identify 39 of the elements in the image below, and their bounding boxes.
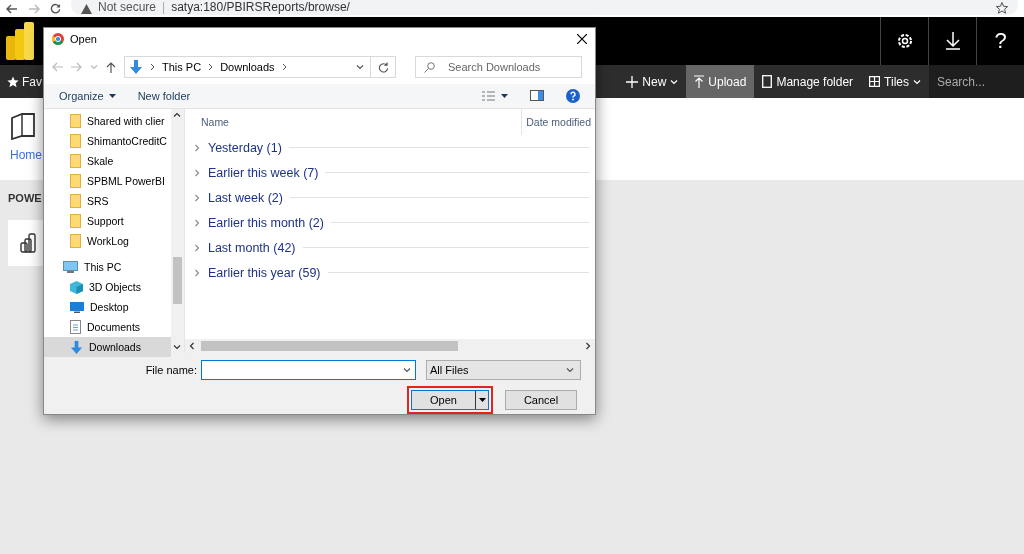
nav-item[interactable]: Downloads — [44, 337, 171, 357]
nav-item[interactable]: Documents — [44, 317, 171, 337]
search-downloads-field[interactable]: Search Downloads — [415, 56, 582, 78]
favorites-link[interactable]: Fav — [0, 65, 42, 98]
nav-item[interactable]: Skale — [44, 151, 171, 171]
group-header[interactable]: Earlier this week (7) — [207, 165, 319, 180]
group-header[interactable]: Earlier this year (59) — [207, 265, 321, 280]
group-header[interactable]: Last month (42) — [207, 240, 296, 255]
home-link[interactable]: Home — [10, 148, 42, 162]
address-bar[interactable]: Not secure | satya:180/PBIRSReports/browse/ — [71, 0, 1018, 15]
group-header[interactable]: Earlier this month (2) — [207, 215, 324, 230]
column-header[interactable]: Name — [184, 116, 522, 128]
section-title: POWE — [8, 192, 42, 204]
nav-item[interactable]: 3D Objects — [44, 277, 171, 297]
address-field[interactable]: This PC Downloads — [124, 56, 371, 78]
nav-item[interactable]: SPBML PowerBI — [44, 171, 171, 191]
open-button[interactable]: Open — [407, 386, 493, 414]
dialog-title: Open — [70, 33, 97, 46]
nav-item[interactable]: WorkLog — [44, 231, 171, 251]
nav-item[interactable]: SRS — [44, 191, 171, 211]
nav-item[interactable]: This PC — [44, 257, 171, 277]
nav-item[interactable]: Shared with clier — [44, 111, 171, 131]
column-header[interactable]: Date modified — [521, 109, 595, 135]
nav-item[interactable]: ShimantoCreditC — [44, 131, 171, 151]
security-label: Not secure — [98, 0, 157, 14]
command-button[interactable]: Organize — [59, 89, 116, 102]
file-name-label: File name: — [145, 364, 197, 376]
separator: | — [162, 0, 166, 14]
nav-item[interactable]: Desktop — [44, 297, 171, 317]
search-field[interactable]: Search... — [929, 65, 1024, 98]
path-segment[interactable]: This PC — [162, 61, 202, 73]
upload-button[interactable]: Upload — [686, 65, 755, 98]
url-text: satya:180/PBIRSReports/browse/ — [171, 0, 350, 14]
file-type-dropdown[interactable]: All Files — [426, 360, 581, 380]
command-button[interactable]: New folder — [137, 89, 191, 102]
path-segment[interactable]: Downloads — [220, 61, 275, 73]
group-header[interactable]: Yesterday (1) — [207, 140, 282, 155]
nav-item[interactable]: Support — [44, 211, 171, 231]
group-header[interactable]: Last week (2) — [207, 190, 283, 205]
